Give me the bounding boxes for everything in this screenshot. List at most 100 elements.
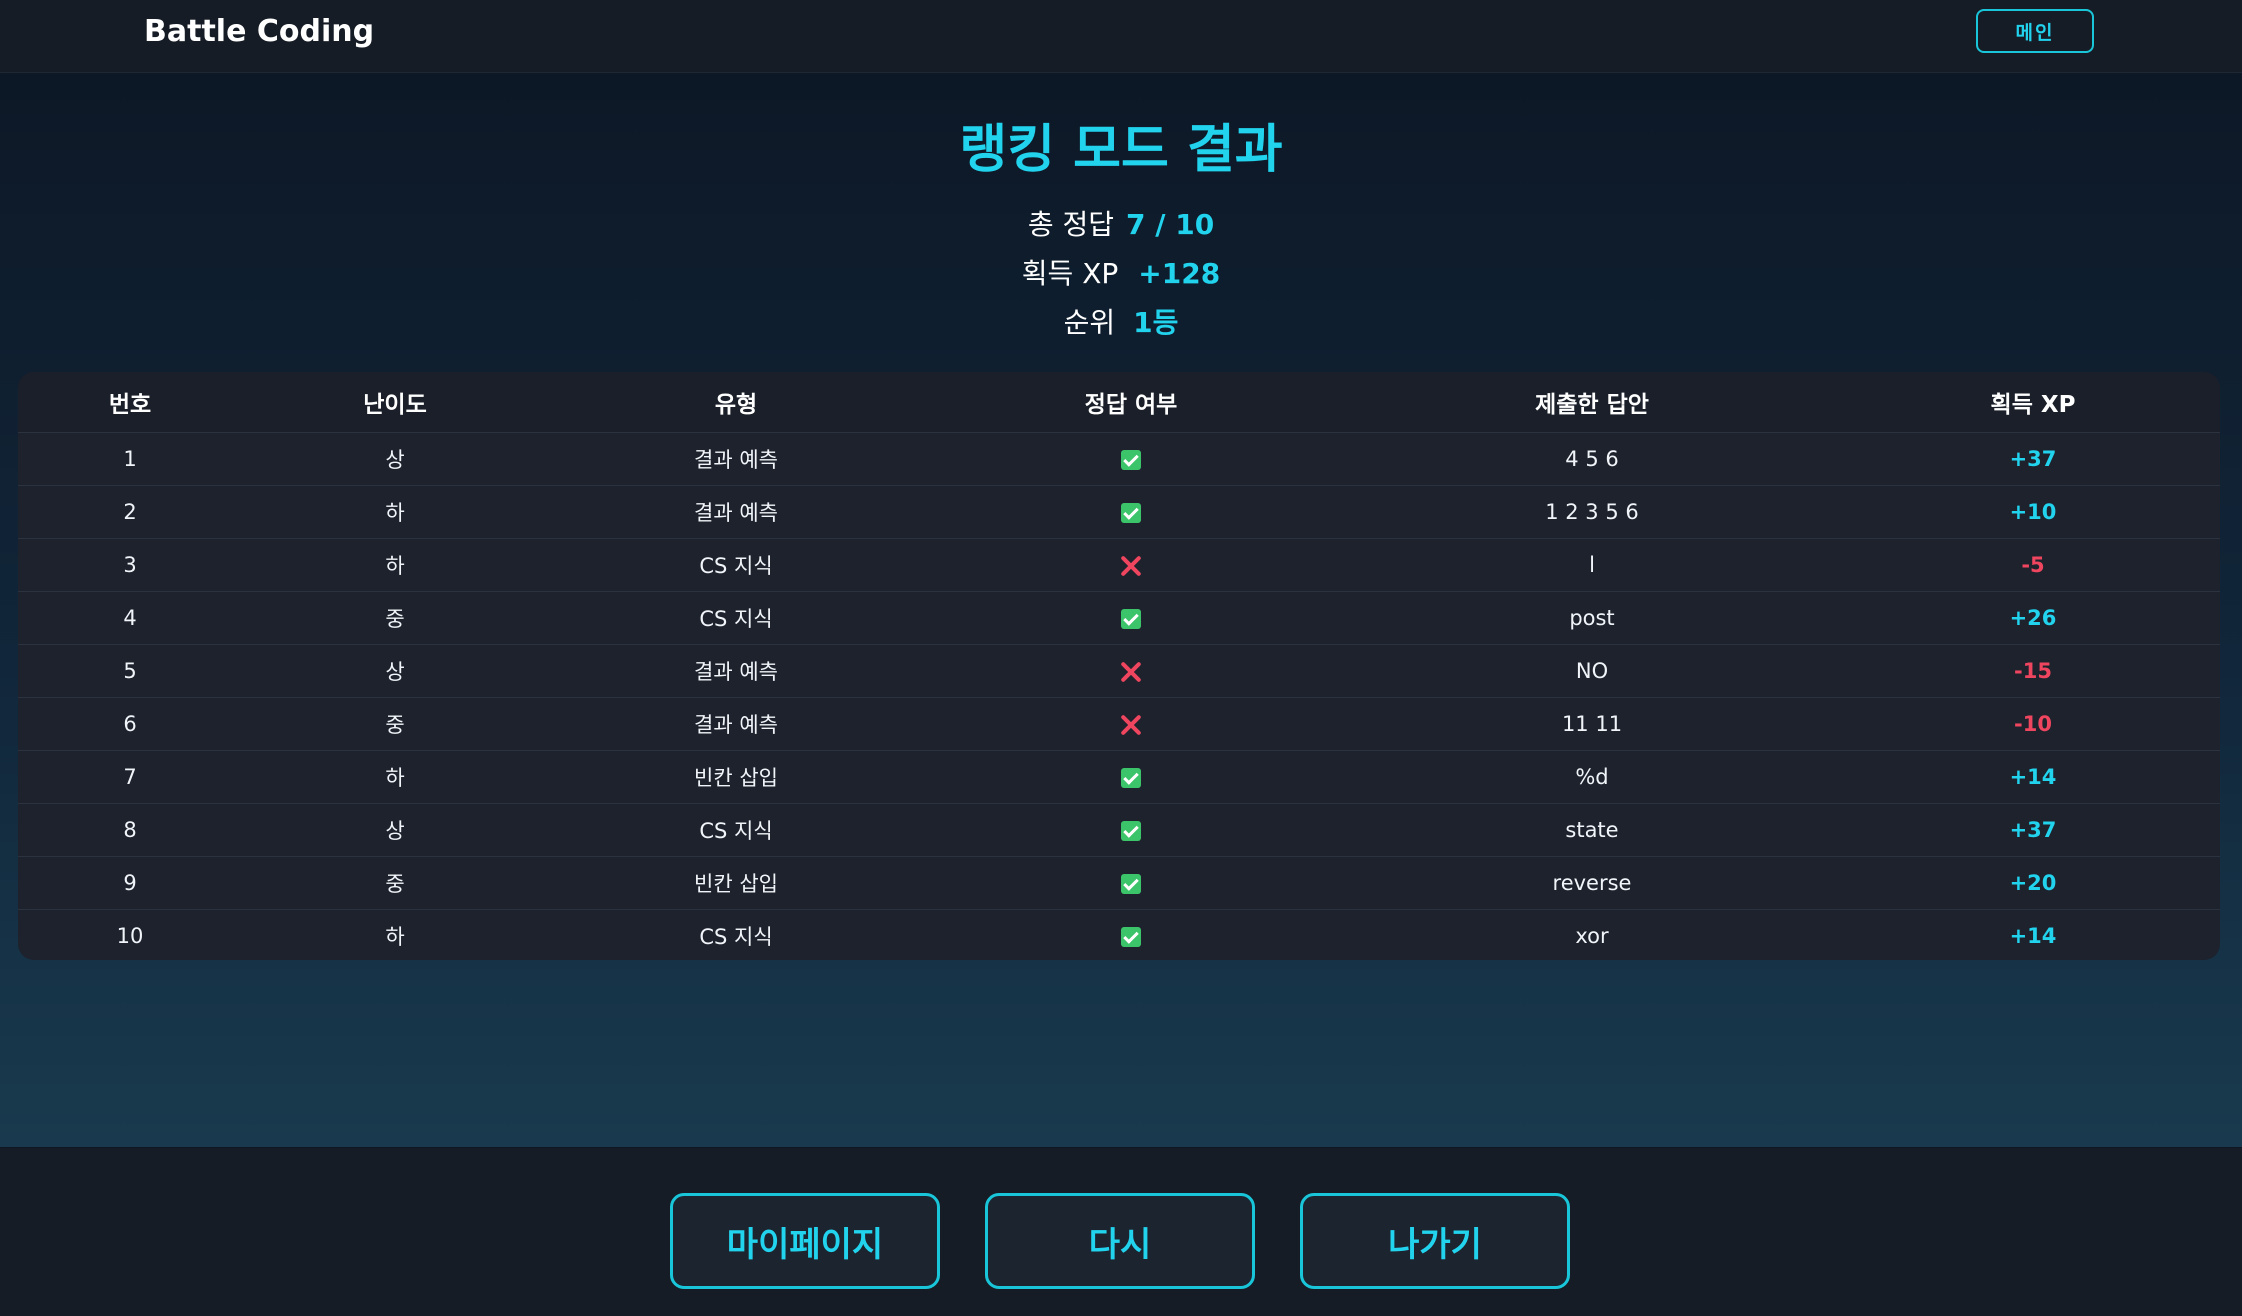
cell-answer: NO — [1338, 644, 1846, 698]
cell-type: CS 지식 — [548, 591, 924, 645]
earned-xp-value: +128 — [1138, 257, 1221, 290]
x-icon — [1120, 661, 1142, 683]
check-icon — [1121, 767, 1141, 788]
cell-difficulty: 상 — [242, 803, 548, 857]
earned-xp-label: 획득 XP — [1021, 257, 1119, 290]
retry-button[interactable]: 다시 — [985, 1193, 1255, 1289]
cell-xp: +26 — [1846, 591, 2220, 645]
cell-answer: state — [1338, 803, 1846, 857]
cell-type: CS 지식 — [699, 924, 773, 949]
cell-difficulty: 중 — [242, 697, 548, 751]
check-icon — [1121, 820, 1141, 841]
cell-type: 빈칸 삽입 — [548, 856, 924, 910]
cell-number: 7 — [18, 750, 242, 804]
top-bar: Battle Coding 메인 — [0, 0, 2242, 73]
column-header-answer: 제출한 답안 — [1338, 372, 1846, 433]
cell-number: 6 — [18, 697, 242, 751]
cell-correct — [924, 803, 1338, 857]
cell-xp: +10 — [1846, 485, 2220, 539]
cell-xp: -15 — [1846, 644, 2220, 698]
earned-xp-stat: 획득 XP +128 — [0, 254, 2242, 294]
cell-xp: +20 — [1846, 856, 2220, 910]
cell-number: 4 — [18, 591, 242, 645]
cell-correct — [924, 644, 1338, 698]
exit-button[interactable]: 나가기 — [1300, 1193, 1570, 1289]
cell-answer: 11 11 — [1338, 697, 1846, 751]
total-correct-stat: 총 정답 7 / 10 — [0, 205, 2242, 245]
x-icon — [1120, 555, 1142, 577]
cell-difficulty: 하 — [242, 485, 548, 539]
cell-answer: 1 2 3 5 6 — [1338, 485, 1846, 539]
cell-answer: reverse — [1338, 856, 1846, 910]
check-icon — [1121, 449, 1141, 470]
cell-answer: post — [1338, 591, 1846, 645]
cell-type: 결과 예측 — [548, 432, 924, 486]
cell-correct — [924, 485, 1338, 539]
check-icon — [1121, 608, 1141, 629]
total-correct-value: 7 / 10 — [1126, 208, 1215, 241]
table-header-row: 번호 난이도 유형 정답 여부 제출한 답안 획득 XP — [18, 372, 2220, 433]
cell-correct — [924, 856, 1338, 910]
cell-answer: %d — [1338, 750, 1846, 804]
cell-xp: +37 — [1846, 803, 2220, 857]
footer-bar: 마이페이지 다시 나가기 — [0, 1148, 2242, 1316]
cell-correct — [924, 591, 1338, 645]
cell-difficulty: 하 — [242, 750, 548, 804]
cell-type: CS 지식 — [548, 803, 924, 857]
table-row: 7 하 빈칸 삽입 %d +14 — [18, 750, 2220, 804]
cell-number: 2 — [18, 485, 242, 539]
cell-difficulty: 상 — [242, 432, 548, 486]
cell-number: 1 — [18, 432, 242, 486]
cell-type: 빈칸 삽입 — [548, 750, 924, 804]
table-row: 10 하 CS 지식 xor +14 — [18, 909, 2220, 960]
cell-type: CS 지식 — [548, 538, 924, 592]
table-row: 3 하 CS 지식 l -5 — [18, 538, 2220, 592]
column-header-xp: 획득 XP — [1846, 372, 2220, 433]
cell-difficulty: 상 — [242, 644, 548, 698]
check-icon — [1121, 926, 1141, 947]
cell-correct — [924, 538, 1338, 592]
rank-stat: 순위 1등 — [0, 303, 2242, 343]
cell-number: 9 — [18, 856, 242, 910]
mypage-button[interactable]: 마이페이지 — [670, 1193, 940, 1289]
table-row: 2 하 결과 예측 1 2 3 5 6 +10 — [18, 485, 2220, 539]
column-header-difficulty: 난이도 — [242, 372, 548, 433]
table-row: 1 상 결과 예측 4 5 6 +37 — [18, 432, 2220, 486]
cell-correct — [924, 909, 1338, 960]
results-table: 번호 난이도 유형 정답 여부 제출한 답안 획득 XP 1 상 결과 예측 4… — [18, 372, 2220, 960]
cell-answer: l — [1338, 538, 1846, 592]
cell-answer: 4 5 6 — [1338, 432, 1846, 486]
brand-logo[interactable]: Battle Coding — [144, 10, 374, 54]
page-title: 랭킹 모드 결과 — [959, 120, 1283, 180]
cell-number: 5 — [18, 644, 242, 698]
rank-value: 1등 — [1133, 306, 1179, 339]
cell-difficulty: 하 — [242, 538, 548, 592]
cell-type: 결과 예측 — [548, 485, 924, 539]
cell-correct — [924, 432, 1338, 486]
column-header-correct: 정답 여부 — [924, 372, 1338, 433]
total-correct-label: 총 정답 — [1027, 208, 1114, 241]
table-row: 9 중 빈칸 삽입 reverse +20 — [18, 856, 2220, 910]
cell-xp: -5 — [1846, 538, 2220, 592]
cell-number: 10 — [116, 923, 144, 948]
rank-label: 순위 — [1063, 306, 1116, 339]
table-row: 5 상 결과 예측 NO -15 — [18, 644, 2220, 698]
cell-type: 결과 예측 — [548, 644, 924, 698]
check-icon — [1121, 873, 1141, 894]
cell-type: 결과 예측 — [548, 697, 924, 751]
result-panel: 랭킹 모드 결과 총 정답 7 / 10 획득 XP +128 순위 1등 번호 난이… — [0, 73, 2242, 1147]
table-row: 4 중 CS 지식 post +26 — [18, 591, 2220, 645]
cell-number: 3 — [18, 538, 242, 592]
cell-answer: xor — [1575, 923, 1609, 948]
check-icon — [1121, 502, 1141, 523]
cell-difficulty: 중 — [242, 591, 548, 645]
x-icon — [1120, 714, 1142, 736]
cell-number: 8 — [18, 803, 242, 857]
cell-difficulty: 중 — [242, 856, 548, 910]
table-row: 6 중 결과 예측 11 11 -10 — [18, 697, 2220, 751]
cell-xp: +37 — [1846, 432, 2220, 486]
cell-correct — [924, 697, 1338, 751]
cell-difficulty: 하 — [385, 924, 405, 949]
main-button[interactable]: 메인 — [1976, 9, 2094, 53]
cell-xp: +14 — [1846, 750, 2220, 804]
